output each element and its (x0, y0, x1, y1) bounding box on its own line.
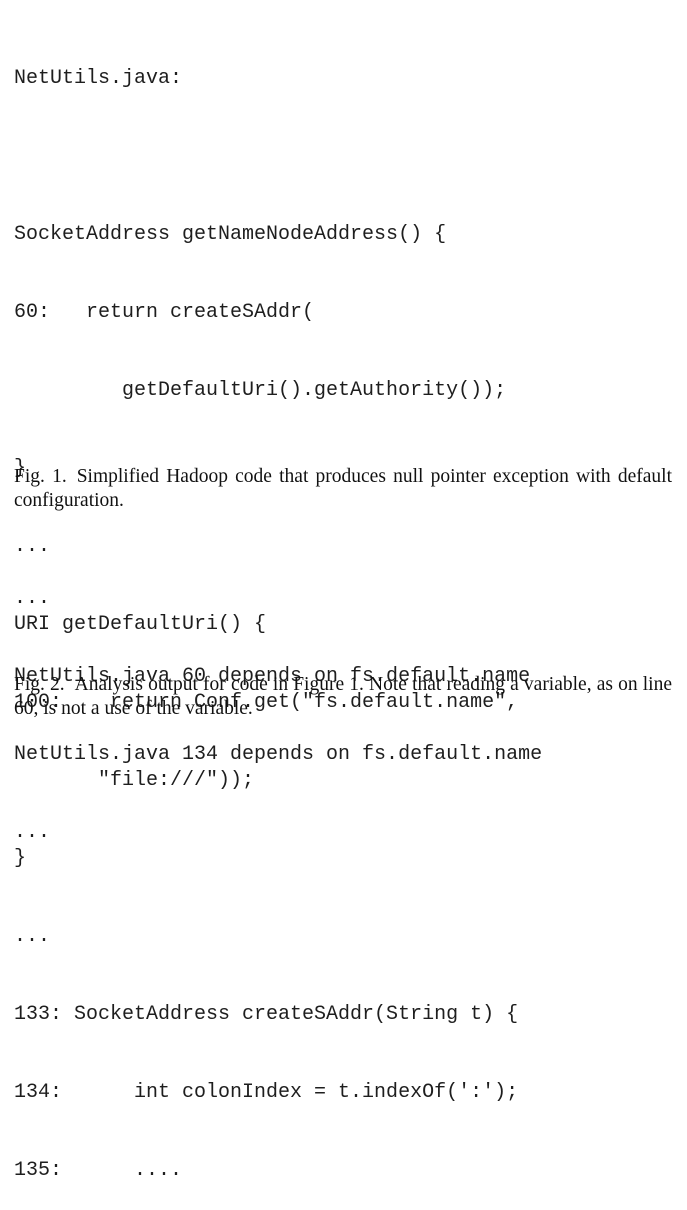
code-line-134: 134: int colonIndex = t.indexOf(':'); (14, 1081, 519, 1104)
code-line-133: 133: SocketAddress createSAddr(String t)… (14, 1003, 519, 1026)
figure-2-caption: Fig. 2. Analysis output for code in Figur… (14, 673, 672, 721)
code-line-filename: NetUtils.java: (14, 67, 183, 90)
code-line-135: 135: .... (14, 1159, 183, 1182)
figure-1-label: Fig. 1. (14, 466, 67, 487)
figure-2-caption-text: Analysis output for code in Figure 1. No… (14, 674, 673, 719)
output-line-dependency: NetUtils.java 134 depends on fs.default.… (14, 743, 543, 766)
output-line-ellipsis: ... (14, 587, 51, 610)
code-line-ellipsis: ... (14, 925, 51, 948)
code-line-60-continued: getDefaultUri().getAuthority()); (14, 379, 507, 402)
figure-1-caption-text: Simplified Hadoop code that produces nul… (14, 466, 672, 511)
code-line-60: 60: return createSAddr( (14, 301, 315, 324)
figure-2-label: Fig. 2. (14, 674, 65, 695)
figure-1-caption: Fig. 1. Simplified Hadoop code that produ… (14, 465, 672, 513)
output-line-ellipsis: ... (14, 821, 51, 844)
code-line-method-signature: SocketAddress getNameNodeAddress() { (14, 223, 447, 246)
